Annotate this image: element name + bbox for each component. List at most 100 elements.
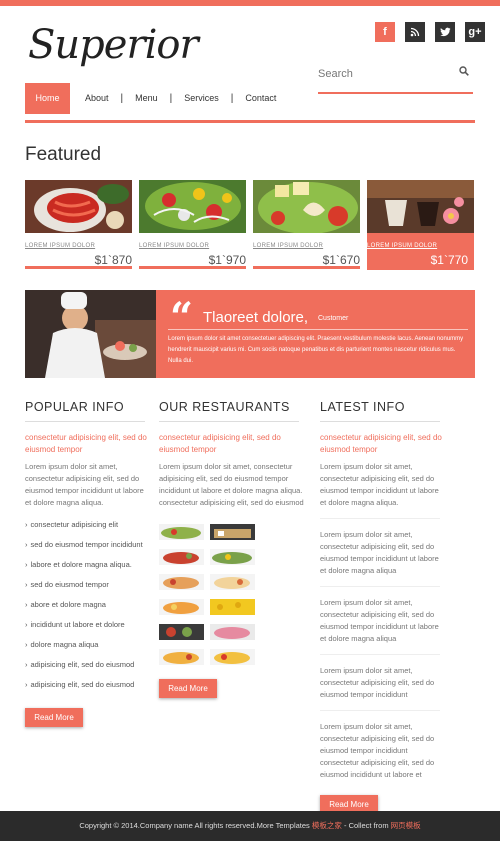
list-item[interactable]: consectetur adipisicing elit bbox=[25, 520, 150, 530]
list-item[interactable]: adipisicing elit, sed do eiusmod bbox=[25, 680, 150, 690]
footer-link[interactable]: 模板之家 bbox=[312, 821, 342, 830]
twitter-icon[interactable] bbox=[435, 22, 455, 42]
popular-info-column: POPULAR INFO consectetur adipisicing eli… bbox=[25, 400, 150, 727]
site-logo[interactable]: Superior bbox=[28, 12, 199, 76]
rss-icon[interactable] bbox=[405, 22, 425, 42]
site-footer: Copyright © 2014.Company name All rights… bbox=[0, 811, 500, 841]
card-label[interactable]: LOREM IPSUM DOLOR bbox=[25, 243, 95, 249]
card-price: $1`870 bbox=[94, 253, 132, 267]
nav-underline bbox=[25, 120, 475, 123]
column-paragraph: Lorem ipsum dolor sit amet, consectetur … bbox=[159, 462, 304, 507]
drink-image bbox=[367, 180, 474, 233]
main-nav: Home About | Menu | Services | Contact bbox=[25, 83, 475, 114]
news-item: Lorem ipsum dolor sit amet, consectetur … bbox=[320, 721, 443, 781]
latest-info-column: LATEST INFO consectetur adipisicing elit… bbox=[320, 400, 443, 814]
gallery-thumb[interactable] bbox=[210, 549, 255, 565]
read-more-button[interactable]: Read More bbox=[159, 679, 217, 698]
column-subheading[interactable]: consectetur adipisicing elit, sed do eiu… bbox=[159, 432, 307, 456]
gallery-thumb[interactable] bbox=[159, 624, 204, 640]
column-subheading[interactable]: consectetur adipisicing elit, sed do eiu… bbox=[25, 432, 150, 456]
news-divider bbox=[320, 654, 440, 655]
column-heading: OUR RESTAURANTS bbox=[159, 400, 290, 414]
testimonial-text: Lorem ipsum dolor sit amet consectetuer … bbox=[168, 336, 464, 364]
copyright-text: Copyright © 2014.Company name All rights… bbox=[79, 821, 312, 830]
news-divider bbox=[320, 710, 440, 711]
featured-card[interactable]: LOREM IPSUM DOLOR $1`770 bbox=[367, 180, 474, 270]
list-item[interactable]: incididunt ut labore et dolore bbox=[25, 620, 150, 630]
footer-text: - Collect from bbox=[341, 821, 391, 830]
news-text: Lorem ipsum dolor sit amet, consectetur … bbox=[320, 722, 435, 779]
popular-list: consectetur adipisicing elit sed do eius… bbox=[25, 520, 150, 690]
card-label[interactable]: LOREM IPSUM DOLOR bbox=[367, 243, 437, 249]
testimonial-divider bbox=[168, 329, 468, 330]
list-item[interactable]: sed do eiusmod tempor bbox=[25, 580, 150, 590]
gallery-thumb[interactable] bbox=[159, 599, 204, 615]
featured-card[interactable]: LOREM IPSUM DOLOR $1`670 bbox=[253, 180, 360, 270]
testimonial-banner: “ Tlaoreet dolore, Customer Lorem ipsum … bbox=[25, 290, 475, 378]
gallery-thumb[interactable] bbox=[210, 599, 255, 615]
card-price: $1`770 bbox=[430, 253, 468, 267]
nav-about[interactable]: About bbox=[73, 83, 121, 114]
list-item[interactable]: abore et dolore magna bbox=[25, 600, 150, 610]
search-input[interactable] bbox=[318, 68, 448, 80]
card-price: $1`670 bbox=[322, 253, 360, 267]
restaurants-column: OUR RESTAURANTS consectetur adipisicing … bbox=[159, 400, 307, 698]
testimonial-heading: Tlaoreet dolore, bbox=[203, 309, 309, 326]
news-text: Lorem ipsum dolor sit amet, consectetur … bbox=[320, 666, 435, 699]
heading-divider bbox=[320, 421, 440, 422]
gallery-thumb[interactable] bbox=[159, 524, 204, 540]
card-accent-bar bbox=[253, 266, 360, 269]
chef-photo bbox=[25, 290, 156, 378]
nav-contact[interactable]: Contact bbox=[233, 83, 288, 114]
facebook-icon[interactable]: f bbox=[375, 22, 395, 42]
restaurant-gallery bbox=[159, 524, 307, 665]
news-divider bbox=[320, 518, 440, 519]
featured-card[interactable]: LOREM IPSUM DOLOR $1`970 bbox=[139, 180, 246, 270]
featured-heading: Featured bbox=[25, 144, 102, 165]
column-heading: POPULAR INFO bbox=[25, 400, 125, 414]
gallery-thumb[interactable] bbox=[159, 549, 204, 565]
food-image bbox=[253, 180, 360, 233]
news-divider bbox=[320, 586, 440, 587]
footer-link[interactable]: 网页模板 bbox=[391, 821, 421, 830]
news-item: Lorem ipsum dolor sit amet, consectetur … bbox=[320, 461, 443, 519]
read-more-button[interactable]: Read More bbox=[25, 708, 83, 727]
testimonial-author: Customer bbox=[318, 315, 349, 322]
list-item[interactable]: dolore magna aliqua bbox=[25, 640, 150, 650]
gallery-thumb[interactable] bbox=[210, 574, 255, 590]
gallery-thumb[interactable] bbox=[159, 649, 204, 665]
list-item[interactable]: sed do eiusmod tempor incididunt bbox=[25, 535, 150, 555]
card-label[interactable]: LOREM IPSUM DOLOR bbox=[139, 243, 209, 249]
gallery-thumb[interactable] bbox=[210, 624, 255, 640]
news-text: Lorem ipsum dolor sit amet, consectetur … bbox=[320, 462, 439, 507]
column-subheading[interactable]: consectetur adipisicing elit, sed do eiu… bbox=[320, 432, 443, 456]
card-label[interactable]: LOREM IPSUM DOLOR bbox=[253, 243, 323, 249]
column-heading: LATEST INFO bbox=[320, 400, 405, 414]
card-accent-bar bbox=[139, 266, 246, 269]
gallery-thumb[interactable] bbox=[210, 524, 255, 540]
news-item: Lorem ipsum dolor sit amet, consectetur … bbox=[320, 529, 443, 587]
nav-services[interactable]: Services bbox=[172, 83, 231, 114]
column-paragraph: Lorem ipsum dolor sit amet, consectetur … bbox=[25, 462, 144, 507]
list-item[interactable]: adipisicing elit, sed do eiusmod bbox=[25, 660, 150, 670]
featured-card[interactable]: LOREM IPSUM DOLOR $1`870 bbox=[25, 180, 132, 270]
card-accent-bar bbox=[25, 266, 132, 269]
food-image bbox=[139, 180, 246, 233]
top-accent-bar bbox=[0, 0, 500, 6]
social-links: f g+ bbox=[375, 22, 485, 42]
nav-menu[interactable]: Menu bbox=[123, 83, 170, 114]
news-text: Lorem ipsum dolor sit amet, consectetur … bbox=[320, 530, 439, 575]
search-icon[interactable] bbox=[459, 66, 469, 76]
gallery-thumb[interactable] bbox=[210, 649, 255, 665]
news-item: Lorem ipsum dolor sit amet, consectetur … bbox=[320, 597, 443, 655]
heading-divider bbox=[25, 421, 145, 422]
google-plus-icon[interactable]: g+ bbox=[465, 22, 485, 42]
news-item: Lorem ipsum dolor sit amet, consectetur … bbox=[320, 665, 443, 711]
news-text: Lorem ipsum dolor sit amet, consectetur … bbox=[320, 598, 439, 643]
food-image bbox=[25, 180, 132, 233]
gallery-thumb[interactable] bbox=[159, 574, 204, 590]
heading-divider bbox=[159, 421, 299, 422]
search-box bbox=[318, 64, 473, 84]
nav-home[interactable]: Home bbox=[25, 83, 70, 114]
list-item[interactable]: labore et dolore magna aliqua. bbox=[25, 560, 150, 570]
